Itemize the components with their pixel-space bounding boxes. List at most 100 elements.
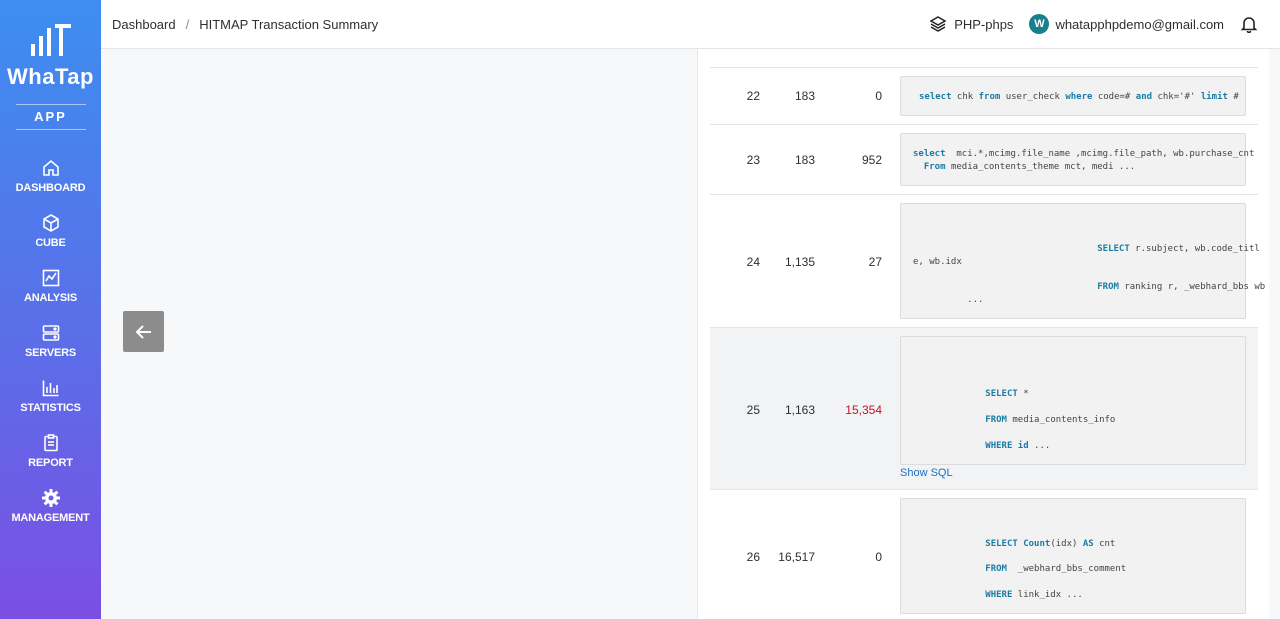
row-count: 1,163 [784, 403, 815, 417]
sql-text: (idx) [1050, 539, 1083, 549]
sql-text: * [1017, 389, 1029, 399]
sql-text: ... [1028, 441, 1051, 451]
row-number: 26 [746, 550, 760, 564]
sql-keyword: select [919, 92, 952, 102]
sql-text: code=# [1092, 92, 1136, 102]
sidebar-nav: DASHBOARD CUBE ANALYSIS SERVERS STATISTI… [0, 158, 101, 543]
row-number: 23 [746, 153, 760, 167]
sidebar-item-label: MANAGEMENT [11, 512, 90, 524]
breadcrumb-dashboard-link[interactable]: Dashboard [112, 17, 176, 32]
project-selector[interactable]: PHP-phps [929, 15, 1013, 33]
sql-text: user_check [1000, 92, 1066, 102]
sidebar-item-label: DASHBOARD [15, 182, 86, 194]
analysis-icon [42, 269, 59, 287]
sql-keyword: SELECT [1097, 244, 1130, 254]
arrow-left-icon [135, 324, 151, 339]
sql-line: FROM _webhard_bbs_comment [904, 564, 1126, 574]
sql-text: cnt [1093, 539, 1116, 549]
top-header: Dashboard / HITMAP Transaction Summary P… [101, 0, 1280, 49]
sidebar-item-report[interactable]: REPORT [0, 433, 101, 488]
sql-line: SELECT r.subject, wb.code_titl [913, 244, 1260, 254]
row-number: 25 [746, 403, 760, 417]
sql-line: FROM media_contents_info [904, 415, 1115, 425]
notifications-button[interactable] [1240, 15, 1258, 33]
gear-icon [41, 489, 60, 507]
sql-text: _webhard_bbs_comment [1006, 564, 1127, 574]
sql-text: ... [913, 295, 984, 305]
row-count: 183 [794, 89, 815, 103]
breadcrumb-separator: / [185, 16, 190, 32]
sql-preview-box: select mci.*,mcimg.file_name ,mcimg.file… [900, 133, 1254, 186]
row-value: 0 [875, 89, 882, 103]
sql-line: WHERE link_idx ... [904, 590, 1083, 600]
statistics-icon [42, 380, 58, 397]
sql-text: chk='#' [1152, 92, 1201, 102]
sql-keyword: limit [1200, 92, 1228, 102]
sql-text: media_contents_info [1006, 415, 1116, 425]
sidebar-item-management[interactable]: MANAGEMENT [0, 488, 101, 543]
table-row[interactable]: 23 183 952 select mci.*,mcimg.file_name … [710, 125, 1258, 195]
sql-preview-box: SELECT * FROM media_contents_info WHERE … [900, 336, 1246, 465]
sql-keyword: FROM [1097, 282, 1119, 292]
table-row[interactable]: 26 16,517 0 SELECT Count(idx) AS cnt FRO… [710, 490, 1258, 619]
sidebar-item-analysis[interactable]: ANALYSIS [0, 268, 101, 323]
sidebar-item-dashboard[interactable]: DASHBOARD [0, 158, 101, 213]
sql-keyword: where [1065, 92, 1093, 102]
table-row[interactable]: 25 1,163 15,354 SELECT * FROM media_cont… [710, 328, 1258, 490]
sql-text: link_idx ... [1012, 590, 1083, 600]
project-name: PHP-phps [954, 16, 1014, 32]
sql-text: # [1227, 92, 1239, 102]
scrollbar-track[interactable] [1270, 49, 1280, 619]
breadcrumb-current-page: HITMAP Transaction Summary [199, 16, 379, 32]
sql-keyword: AS [1082, 539, 1094, 549]
sql-line: select chk from user_check where code=# … [919, 92, 1239, 102]
sql-text: ranking r, _webhard_bbs wb [1118, 282, 1266, 292]
sql-preview-box: select chk from user_check where code=# … [900, 76, 1246, 116]
sql-keyword: FROM [985, 415, 1007, 425]
sql-keyword: from [978, 92, 1001, 102]
sql-line: e, wb.idx [913, 257, 962, 267]
sidebar: WhaTap APP DASHBOARD CUBE ANALYSIS SERVE… [0, 0, 101, 619]
sidebar-item-statistics[interactable]: STATISTICS [0, 378, 101, 433]
sidebar-item-servers[interactable]: SERVERS [0, 323, 101, 378]
sql-line: FROM ranking r, _webhard_bbs wb [913, 282, 1265, 292]
row-number: 24 [746, 255, 760, 269]
sql-keyword: SELECT [985, 539, 1018, 549]
sql-keyword: WHERE [985, 590, 1013, 600]
servers-icon [42, 325, 59, 341]
table-row[interactable]: 24 1,135 27 SELECT r.subject, wb.code_ti… [710, 195, 1265, 328]
cube-icon [42, 214, 59, 232]
sql-keyword: From [923, 162, 946, 172]
sidebar-item-label: CUBE [35, 237, 66, 249]
sql-text: e, wb.idx [913, 257, 962, 267]
show-sql-link[interactable]: Show SQL [900, 467, 953, 479]
layers-icon [929, 16, 947, 32]
row-count: 1,135 [784, 255, 815, 269]
back-button[interactable] [123, 311, 164, 352]
sidebar-item-cube[interactable]: CUBE [0, 213, 101, 268]
sql-text: chk [951, 92, 979, 102]
report-icon [43, 434, 58, 452]
avatar: W [1029, 14, 1050, 34]
breadcrumb: Dashboard / HITMAP Transaction Summary [112, 17, 378, 32]
row-value: 952 [861, 153, 882, 167]
row-count: 183 [794, 153, 815, 167]
sql-keyword: WHERE [985, 441, 1013, 451]
sidebar-item-label: ANALYSIS [23, 292, 77, 304]
sql-text: r.subject, wb.code_titl [1129, 244, 1260, 254]
sql-keyword: id [1017, 441, 1029, 451]
user-menu[interactable]: W whatapphpdemo@gmail.com [1029, 14, 1224, 34]
header-right: PHP-phps W whatapphpdemo@gmail.com [929, 14, 1258, 34]
sidebar-item-label: STATISTICS [20, 402, 81, 414]
sql-keyword: SELECT [985, 389, 1018, 399]
table-row[interactable]: 22 183 0 select chk from user_check wher… [710, 68, 1258, 125]
sql-line: select mci.*,mcimg.file_name ,mcimg.file… [913, 149, 1254, 159]
